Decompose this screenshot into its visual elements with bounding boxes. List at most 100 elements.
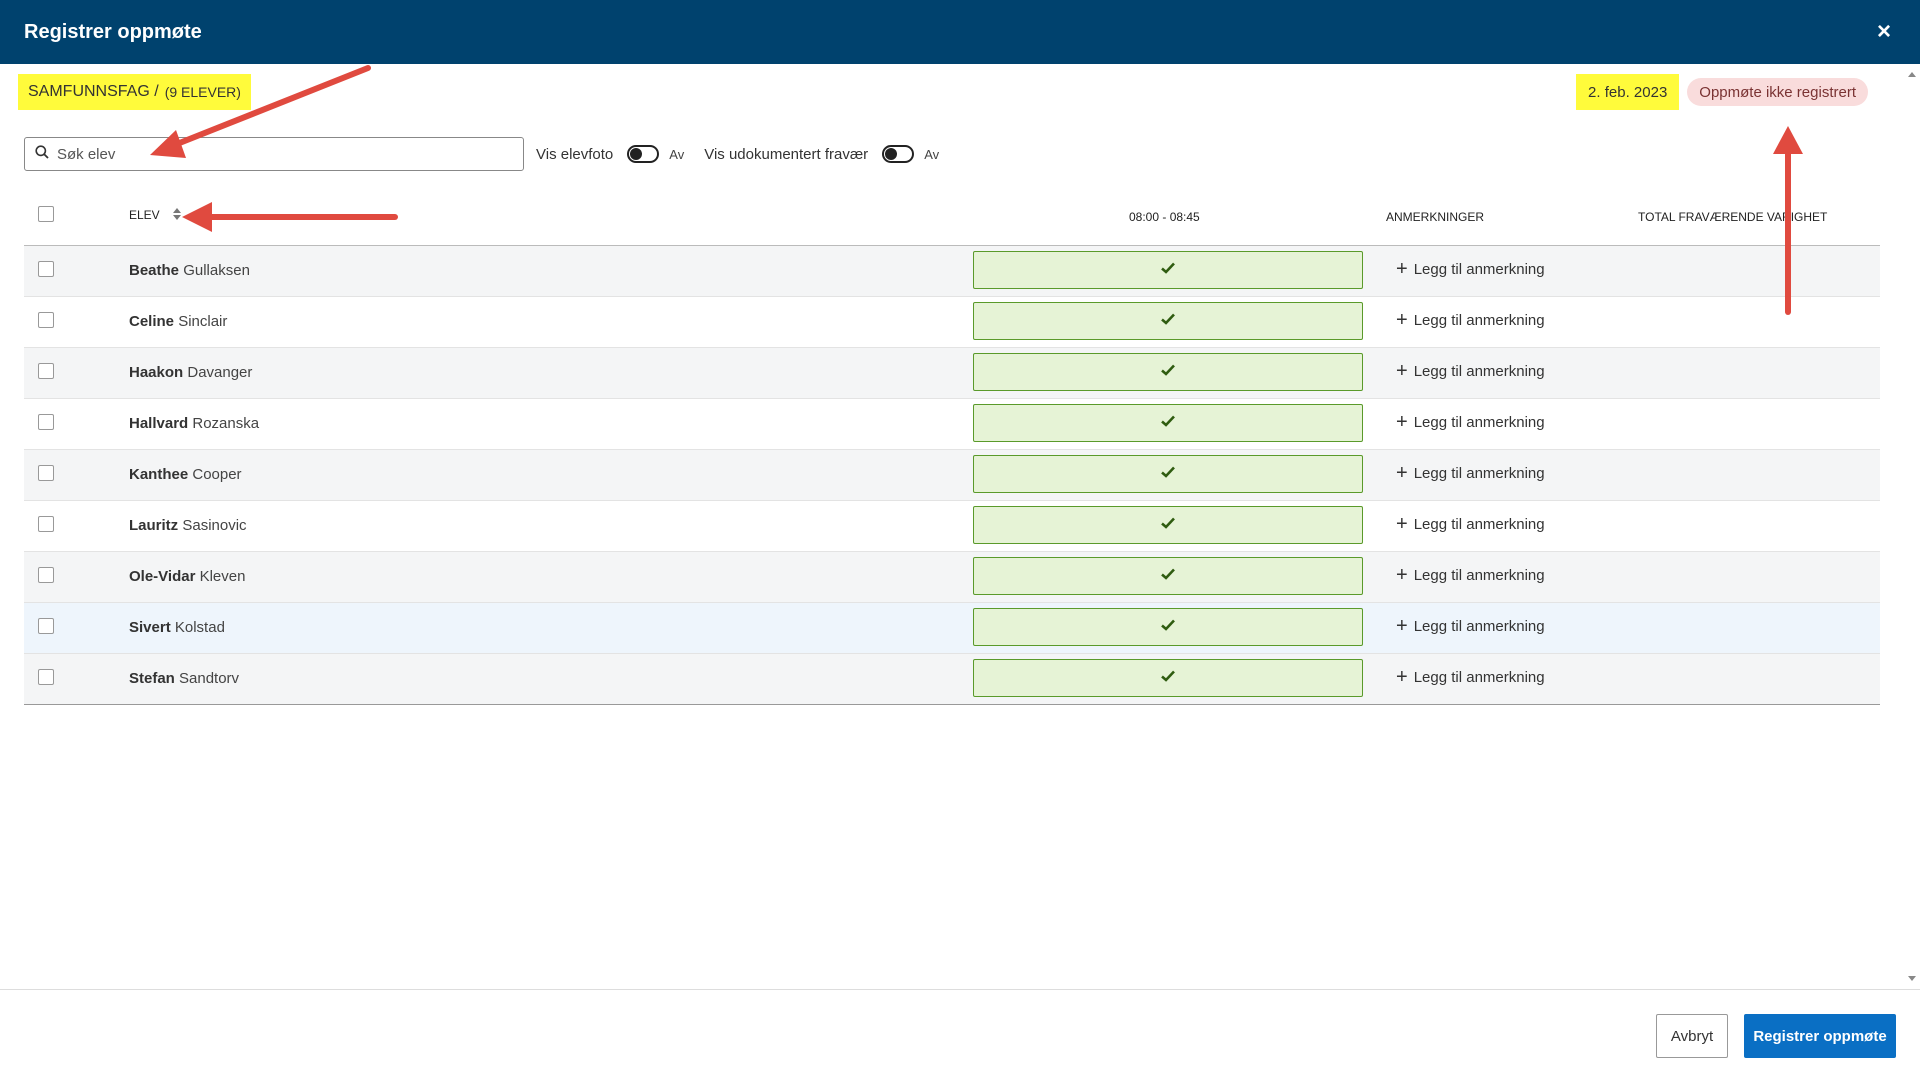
- attendance-cell[interactable]: [973, 251, 1363, 289]
- attendance-cell[interactable]: [973, 353, 1363, 391]
- table-row: Stefan Sandtorv + Legg til anmerkning: [24, 654, 1880, 705]
- check-icon: [1161, 567, 1175, 585]
- check-icon: [1161, 516, 1175, 534]
- scroll-down-icon[interactable]: [1908, 976, 1916, 981]
- scroll-up-icon[interactable]: [1908, 72, 1916, 77]
- subject-heading: SAMFUNNSFAG / (9 ELEVER): [18, 74, 251, 110]
- add-note-button[interactable]: + Legg til anmerkning: [1396, 360, 1545, 382]
- add-note-label: Legg til anmerkning: [1413, 516, 1545, 533]
- student-name: Celine Sinclair: [129, 313, 227, 330]
- student-first-name: Kanthee: [129, 466, 189, 483]
- plus-icon: +: [1396, 666, 1408, 688]
- lesson-info: 2. feb. 2023 Oppmøte ikke registrert: [1576, 74, 1868, 110]
- student-last-name: Sandtorv: [179, 670, 240, 687]
- attendance-cell[interactable]: [973, 455, 1363, 493]
- table-row: Kanthee Cooper + Legg til anmerkning: [24, 450, 1880, 501]
- table-row: Lauritz Sasinovic + Legg til anmerkning: [24, 501, 1880, 552]
- add-note-label: Legg til anmerkning: [1413, 618, 1545, 635]
- student-last-name: Gullaksen: [183, 262, 250, 279]
- add-note-button[interactable]: + Legg til anmerkning: [1396, 616, 1545, 636]
- row-checkbox[interactable]: [38, 669, 54, 685]
- add-note-label: Legg til anmerkning: [1413, 363, 1545, 380]
- row-checkbox[interactable]: [38, 363, 54, 379]
- photo-toggle-label: Vis elevfoto: [536, 145, 614, 163]
- sort-icon[interactable]: [173, 208, 182, 223]
- add-note-label: Legg til anmerkning: [1413, 465, 1545, 482]
- plus-icon: +: [1396, 360, 1408, 382]
- select-all-checkbox[interactable]: [38, 206, 54, 222]
- student-name: Lauritz Sasinovic: [129, 517, 247, 534]
- table-row: Haakon Davanger + Legg til anmerkning: [24, 348, 1880, 399]
- row-checkbox[interactable]: [38, 618, 54, 634]
- plus-icon: +: [1396, 411, 1408, 433]
- attendance-cell[interactable]: [973, 659, 1363, 697]
- student-column-header[interactable]: ELEV: [129, 208, 182, 223]
- plus-icon: +: [1396, 258, 1408, 280]
- toolbar: Vis elevfoto Av Vis udokumentert fravær …: [24, 137, 939, 171]
- check-icon: [1161, 618, 1175, 636]
- student-name: Beathe Gullaksen: [129, 262, 250, 279]
- attendance-cell[interactable]: [973, 404, 1363, 442]
- student-first-name: Beathe: [129, 262, 180, 279]
- student-first-name: Haakon: [129, 364, 184, 381]
- attendance-table: ELEV 08:00 - 08:45 ANMERKNINGER TOTAL FR…: [24, 182, 1880, 705]
- plus-icon: +: [1396, 564, 1408, 586]
- student-last-name: Sinclair: [178, 313, 228, 330]
- attendance-cell[interactable]: [973, 302, 1363, 340]
- add-note-button[interactable]: + Legg til anmerkning: [1396, 564, 1545, 586]
- plus-icon: +: [1396, 462, 1408, 484]
- dialog-footer: Avbryt Registrer oppmøte: [0, 989, 1920, 1083]
- student-name: Ole-Vidar Kleven: [129, 568, 245, 585]
- row-checkbox[interactable]: [38, 414, 54, 430]
- dialog-title: Registrer oppmøte: [24, 20, 202, 43]
- add-note-button[interactable]: + Legg til anmerkning: [1396, 514, 1545, 534]
- photo-toggle[interactable]: [627, 145, 660, 163]
- add-note-label: Legg til anmerkning: [1413, 261, 1545, 278]
- add-note-button[interactable]: + Legg til anmerkning: [1396, 462, 1545, 484]
- subject-name: SAMFUNNSFAG /: [28, 83, 159, 100]
- student-first-name: Ole-Vidar: [129, 568, 196, 585]
- lesson-date: 2. feb. 2023: [1576, 74, 1680, 110]
- search-box[interactable]: [24, 137, 524, 171]
- period-column-header: 08:00 - 08:45: [1129, 210, 1200, 224]
- absence-toggle[interactable]: [882, 145, 915, 163]
- register-attendance-button[interactable]: Registrer oppmøte: [1744, 1014, 1896, 1058]
- scrollbar[interactable]: [1904, 64, 1920, 989]
- student-first-name: Hallvard: [129, 415, 189, 432]
- check-icon: [1161, 414, 1175, 432]
- student-last-name: Sasinovic: [182, 517, 247, 534]
- close-icon[interactable]: ×: [1872, 18, 1896, 46]
- check-icon: [1161, 669, 1175, 687]
- student-first-name: Celine: [129, 313, 175, 330]
- table-row: Beathe Gullaksen + Legg til anmerkning: [24, 246, 1880, 297]
- check-icon: [1161, 363, 1175, 381]
- attendance-cell[interactable]: [973, 608, 1363, 646]
- search-input[interactable]: [57, 145, 513, 163]
- student-last-name: Rozanska: [192, 415, 260, 432]
- status-badge: Oppmøte ikke registrert: [1687, 78, 1868, 106]
- cancel-button[interactable]: Avbryt: [1656, 1014, 1728, 1058]
- table-row: Hallvard Rozanska + Legg til anmerkning: [24, 399, 1880, 450]
- row-checkbox[interactable]: [38, 567, 54, 583]
- add-note-label: Legg til anmerkning: [1413, 669, 1545, 686]
- row-checkbox[interactable]: [38, 516, 54, 532]
- absence-toggle-state: Av: [924, 146, 940, 162]
- row-checkbox[interactable]: [38, 465, 54, 481]
- add-note-button[interactable]: + Legg til anmerkning: [1396, 666, 1545, 688]
- plus-icon: +: [1396, 309, 1408, 331]
- add-note-button[interactable]: + Legg til anmerkning: [1396, 411, 1545, 433]
- attendance-cell[interactable]: [973, 557, 1363, 595]
- add-note-button[interactable]: + Legg til anmerkning: [1396, 258, 1545, 280]
- dialog-header: Registrer oppmøte ×: [0, 0, 1920, 64]
- row-checkbox[interactable]: [38, 261, 54, 277]
- attendance-cell[interactable]: [973, 506, 1363, 544]
- student-name: Haakon Davanger: [129, 364, 252, 381]
- check-icon: [1161, 312, 1175, 330]
- student-name: Hallvard Rozanska: [129, 415, 259, 432]
- row-checkbox[interactable]: [38, 312, 54, 328]
- table-row: Ole-Vidar Kleven + Legg til anmerkning: [24, 552, 1880, 603]
- student-last-name: Kleven: [199, 568, 246, 585]
- add-note-button[interactable]: + Legg til anmerkning: [1396, 309, 1545, 331]
- add-note-label: Legg til anmerkning: [1413, 567, 1545, 584]
- student-last-name: Kolstad: [174, 619, 225, 636]
